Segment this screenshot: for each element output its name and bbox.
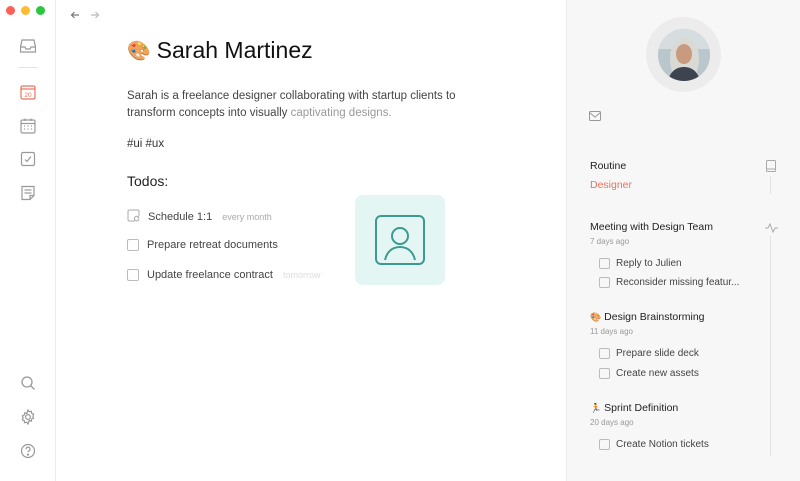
todo-item[interactable]: Update freelance contract tomorrow [127, 269, 320, 281]
main-content: 🎨 Sarah Martinez Sarah is a freelance de… [56, 0, 566, 481]
calendar-day-icon[interactable]: 20 [19, 83, 37, 101]
activity-task[interactable]: Reply to Julien [599, 258, 682, 269]
recurring-checkbox-icon[interactable] [127, 209, 140, 225]
task-checkbox[interactable] [599, 439, 610, 450]
activity-icon[interactable] [765, 220, 778, 238]
calendar-day-number: 20 [24, 92, 32, 99]
notes-icon[interactable] [19, 184, 37, 202]
todo-label: Schedule 1:1 [148, 211, 213, 223]
sidebar-divider [18, 67, 38, 68]
gear-icon[interactable] [19, 408, 37, 426]
timeline-line [770, 236, 771, 456]
activity-task[interactable]: Reconsider missing featur... [599, 277, 739, 288]
palette-emoji-icon: 🎨 [590, 312, 602, 322]
todo-recurrence: every month [222, 212, 272, 222]
todo-item[interactable]: Schedule 1:1 every month [127, 209, 272, 225]
mail-icon[interactable] [589, 108, 601, 126]
calendar-icon[interactable] [19, 117, 37, 135]
sidebar: 20 [0, 0, 56, 481]
search-icon[interactable] [19, 374, 37, 392]
minimize-window-button[interactable] [21, 6, 30, 15]
activity-title-text: Sprint Definition [604, 402, 679, 414]
task-checkbox[interactable] [599, 277, 610, 288]
todo-label: Prepare retreat documents [147, 239, 278, 251]
task-label: Prepare slide deck [616, 348, 699, 359]
bookmark-icon[interactable] [766, 159, 776, 177]
avatar-ring [646, 17, 721, 92]
task-label: Reconsider missing featur... [616, 277, 740, 288]
activity-timestamp: 20 days ago [590, 418, 634, 427]
task-checkbox[interactable] [599, 258, 610, 269]
activity-title-text: Design Brainstorming [604, 311, 705, 323]
todo-checkbox[interactable] [127, 239, 139, 251]
activity-title-text: Meeting with Design Team [590, 221, 713, 233]
zoom-window-button[interactable] [36, 6, 45, 15]
todo-item[interactable]: Prepare retreat documents [127, 239, 278, 251]
activity-group-title[interactable]: 🏃 Sprint Definition [590, 402, 678, 414]
activity-task[interactable]: Create new assets [599, 368, 699, 379]
person-icon [375, 215, 425, 265]
todo-label: Update freelance contract [147, 269, 273, 281]
checkbox-icon[interactable] [19, 150, 37, 168]
runner-emoji-icon: 🏃 [590, 403, 602, 413]
activity-group-title[interactable]: 🎨 Design Brainstorming [590, 311, 705, 323]
task-checkbox[interactable] [599, 368, 610, 379]
activity-task[interactable]: Create Notion tickets [599, 439, 709, 450]
palette-emoji-icon: 🎨 [127, 40, 151, 62]
activity-task[interactable]: Prepare slide deck [599, 348, 699, 359]
activity-timestamp: 11 days ago [590, 327, 633, 336]
task-label: Reply to Julien [616, 258, 682, 269]
app-window: 20 🎨 Sarah Martinez Sarah is a freelance… [0, 0, 800, 481]
task-label: Create Notion tickets [616, 439, 709, 450]
page-title[interactable]: 🎨 Sarah Martinez [127, 37, 313, 64]
avatar[interactable] [657, 28, 710, 81]
task-checkbox[interactable] [599, 348, 610, 359]
routine-value[interactable]: Designer [590, 179, 632, 191]
activity-timestamp: 7 days ago [590, 237, 630, 246]
help-icon[interactable] [19, 442, 37, 460]
close-window-button[interactable] [6, 6, 15, 15]
inbox-icon[interactable] [19, 37, 37, 55]
page-title-text: Sarah Martinez [156, 37, 313, 63]
tags[interactable]: #ui #ux [127, 138, 164, 150]
page-description[interactable]: Sarah is a freelance designer collaborat… [127, 88, 467, 122]
todo-checkbox[interactable] [127, 269, 139, 281]
description-faded-text: captivating designs. [287, 107, 392, 119]
task-label: Create new assets [616, 368, 699, 379]
activity-group-title[interactable]: Meeting with Design Team [590, 221, 713, 233]
timeline-line [770, 176, 771, 194]
todo-due-date: tomorrow [282, 270, 321, 280]
todos-heading: Todos: [127, 173, 169, 189]
details-panel: Routine Designer Meeting with Design Tea… [566, 0, 800, 481]
window-controls [6, 6, 45, 15]
routine-label: Routine [590, 160, 627, 172]
contact-placeholder-card[interactable] [355, 195, 445, 285]
